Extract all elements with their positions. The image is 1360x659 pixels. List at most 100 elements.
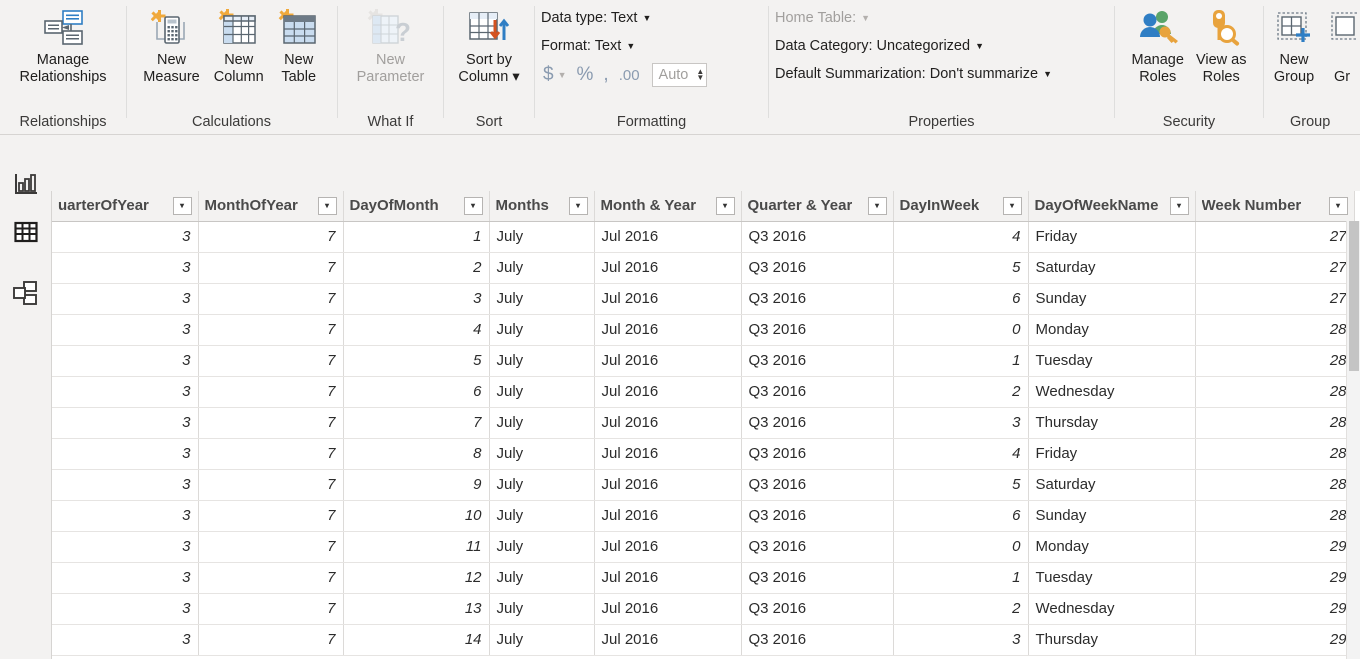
table-cell[interactable]: Jul 2016 — [594, 469, 742, 501]
table-cell[interactable]: July — [489, 500, 595, 532]
table-cell[interactable]: 2 — [893, 376, 1029, 408]
table-row[interactable]: 3 7 4 July Jul 2016 Q3 2016 0 Monday 28 — [52, 314, 1355, 346]
table-cell[interactable]: Jul 2016 — [594, 500, 742, 532]
table-cell[interactable]: 7 — [198, 593, 344, 625]
table-row[interactable]: 3 7 3 July Jul 2016 Q3 2016 6 Sunday 27 — [52, 283, 1355, 315]
table-cell[interactable]: 5 — [343, 345, 490, 377]
table-cell[interactable]: Q3 2016 — [741, 314, 894, 346]
table-cell[interactable]: Q3 2016 — [741, 531, 894, 563]
table-cell[interactable]: Friday — [1028, 221, 1196, 253]
table-cell[interactable]: Q3 2016 — [741, 438, 894, 470]
table-row[interactable]: 3 7 1 July Jul 2016 Q3 2016 4 Friday 27 — [52, 221, 1355, 253]
table-cell[interactable]: 6 — [893, 283, 1029, 315]
table-cell[interactable]: Q3 2016 — [741, 345, 894, 377]
column-filter-button[interactable]: ▾ — [867, 196, 887, 215]
table-cell[interactable]: 1 — [893, 345, 1029, 377]
column-filter-button[interactable]: ▾ — [172, 196, 192, 215]
table-cell[interactable]: 3 — [52, 500, 199, 532]
table-cell[interactable]: Monday — [1028, 314, 1196, 346]
table-cell[interactable]: 5 — [893, 252, 1029, 284]
thousands-separator-button[interactable]: , — [603, 64, 608, 86]
table-cell[interactable]: Sunday — [1028, 283, 1196, 315]
table-cell[interactable]: 28 — [1195, 345, 1355, 377]
table-cell[interactable]: 3 — [893, 407, 1029, 439]
table-cell[interactable]: 3 — [52, 593, 199, 625]
table-cell[interactable]: Q3 2016 — [741, 252, 894, 284]
table-row[interactable]: 3 7 8 July Jul 2016 Q3 2016 4 Friday 28 — [52, 438, 1355, 470]
column-filter-button[interactable]: ▾ — [317, 196, 337, 215]
spinner-icon[interactable]: ▲ ▼ — [696, 68, 704, 82]
table-cell[interactable]: 7 — [198, 562, 344, 594]
table-cell[interactable]: July — [489, 469, 595, 501]
table-cell[interactable]: 27 — [1195, 221, 1355, 253]
table-row[interactable]: 3 7 6 July Jul 2016 Q3 2016 2 Wednesday 28 — [52, 376, 1355, 408]
table-cell[interactable]: Tuesday — [1028, 562, 1196, 594]
table-cell[interactable]: Monday — [1028, 531, 1196, 563]
table-cell[interactable]: Jul 2016 — [594, 376, 742, 408]
table-cell[interactable]: July — [489, 314, 595, 346]
sidebar-item-report-view[interactable] — [9, 167, 43, 201]
table-cell[interactable]: 12 — [343, 562, 490, 594]
table-cell[interactable]: 3 — [52, 407, 199, 439]
data-type-dropdown[interactable]: Data type: Text ▼ — [535, 4, 707, 32]
table-cell[interactable]: 14 — [343, 624, 490, 656]
column-filter-button[interactable]: ▾ — [463, 196, 483, 215]
table-cell[interactable]: 7 — [198, 500, 344, 532]
table-cell[interactable]: 5 — [893, 469, 1029, 501]
table-cell[interactable]: Q3 2016 — [741, 469, 894, 501]
column-header-monthofyear[interactable]: MonthOfYear ▾ — [198, 191, 344, 222]
table-cell[interactable]: Sunday — [1028, 500, 1196, 532]
column-header-quarter-year[interactable]: Quarter & Year ▾ — [741, 191, 894, 222]
table-cell[interactable]: 7 — [198, 624, 344, 656]
column-header-months[interactable]: Months ▾ — [489, 191, 595, 222]
table-cell[interactable]: 0 — [893, 531, 1029, 563]
table-cell[interactable]: 2 — [893, 593, 1029, 625]
table-cell[interactable]: Thursday — [1028, 624, 1196, 656]
table-cell[interactable]: 29 — [1195, 562, 1355, 594]
table-cell[interactable]: Q3 2016 — [741, 407, 894, 439]
table-cell[interactable]: Q3 2016 — [741, 562, 894, 594]
table-cell[interactable]: 28 — [1195, 407, 1355, 439]
table-cell[interactable]: 7 — [198, 345, 344, 377]
new-group-button[interactable]: New Group — [1268, 4, 1320, 86]
table-cell[interactable]: 3 — [52, 252, 199, 284]
table-row[interactable]: 3 7 13 July Jul 2016 Q3 2016 2 Wednesday 29 — [52, 593, 1355, 625]
table-cell[interactable]: 28 — [1195, 314, 1355, 346]
table-cell[interactable]: 2 — [343, 252, 490, 284]
table-cell[interactable]: Jul 2016 — [594, 283, 742, 315]
table-cell[interactable]: 8 — [343, 438, 490, 470]
table-cell[interactable]: July — [489, 283, 595, 315]
currency-format-button[interactable]: $ — [543, 64, 554, 86]
table-cell[interactable]: Q3 2016 — [741, 283, 894, 315]
table-cell[interactable]: 3 — [52, 531, 199, 563]
table-cell[interactable]: 4 — [893, 221, 1029, 253]
table-row[interactable]: 3 7 12 July Jul 2016 Q3 2016 1 Tuesday 29 — [52, 562, 1355, 594]
table-cell[interactable]: Friday — [1028, 438, 1196, 470]
data-grid[interactable]: uarterOfYear ▾ MonthOfYear ▾ DayOfMonth ▾ Mont… — [52, 191, 1360, 659]
table-cell[interactable]: 9 — [343, 469, 490, 501]
table-cell[interactable]: 7 — [198, 221, 344, 253]
table-cell[interactable]: 3 — [52, 314, 199, 346]
table-cell[interactable]: July — [489, 438, 595, 470]
column-header-quarterofyear[interactable]: uarterOfYear ▾ — [52, 191, 199, 222]
table-cell[interactable]: Thursday — [1028, 407, 1196, 439]
table-row[interactable]: 3 7 2 July Jul 2016 Q3 2016 5 Saturday 27 — [52, 252, 1355, 284]
table-cell[interactable]: 1 — [893, 562, 1029, 594]
column-header-dayofmonth[interactable]: DayOfMonth ▾ — [343, 191, 490, 222]
default-summarization-dropdown[interactable]: Default Summarization: Don't summarize ▼ — [769, 60, 1052, 88]
table-cell[interactable]: 7 — [198, 252, 344, 284]
table-cell[interactable]: Jul 2016 — [594, 345, 742, 377]
table-cell[interactable]: Jul 2016 — [594, 624, 742, 656]
table-cell[interactable]: 0 — [893, 314, 1029, 346]
table-cell[interactable]: July — [489, 252, 595, 284]
new-table-button[interactable]: New Table — [273, 4, 325, 86]
table-cell[interactable]: Jul 2016 — [594, 221, 742, 253]
table-cell[interactable]: Jul 2016 — [594, 562, 742, 594]
sort-by-column-button[interactable]: Sort by Column ▾ — [453, 4, 524, 86]
table-cell[interactable]: 10 — [343, 500, 490, 532]
table-cell[interactable]: Q3 2016 — [741, 221, 894, 253]
new-column-button[interactable]: New Column — [209, 4, 269, 86]
data-category-dropdown[interactable]: Data Category: Uncategorized ▼ — [769, 32, 1052, 60]
table-cell[interactable]: 28 — [1195, 469, 1355, 501]
table-cell[interactable]: 7 — [198, 314, 344, 346]
